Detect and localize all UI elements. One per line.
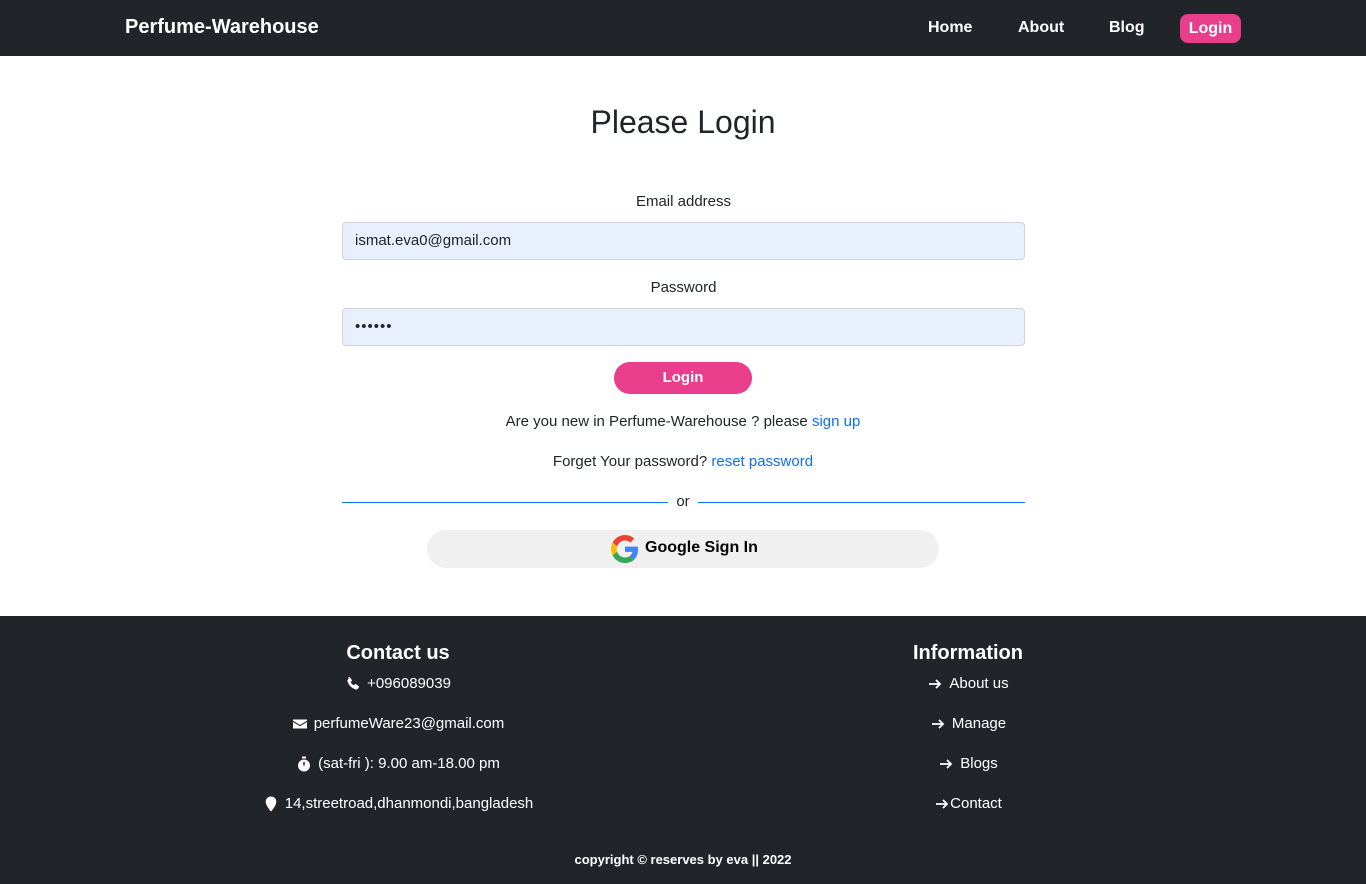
copyright-text: copyright © reserves by eva || 2022 — [574, 852, 792, 867]
contact-hours: (sat-fri ): 9.00 am-18.00 pm — [200, 755, 596, 772]
location-pin-icon — [263, 796, 279, 812]
stopwatch-icon — [296, 756, 312, 772]
footer-link-contact[interactable]: Contact — [820, 795, 1116, 812]
contact-hours-text: (sat-fri ): 9.00 am-18.00 pm — [318, 755, 500, 772]
signup-link[interactable]: sign up — [812, 413, 860, 430]
google-icon — [611, 535, 639, 563]
contact-phone: +096089039 — [200, 675, 596, 692]
footer: Contact us +096089039 perfumeWare23@gmai… — [0, 616, 1366, 884]
arrow-right-icon — [927, 676, 943, 692]
contact-address: 14,streetroad,dhanmondi,bangladesh — [200, 795, 596, 812]
arrow-right-icon — [938, 756, 954, 772]
reset-password-link[interactable]: reset password — [711, 453, 813, 470]
contact-email-text: perfumeWare23@gmail.com — [313, 715, 505, 732]
footer-link-blogs-label[interactable]: Blogs — [960, 755, 998, 772]
signup-prompt: Are you new in Perfume-Warehouse ? pleas… — [0, 413, 1366, 430]
signup-prompt-text: Are you new in Perfume-Warehouse ? pleas… — [505, 413, 812, 430]
footer-link-blogs[interactable]: Blogs — [820, 755, 1116, 772]
google-sign-in-button[interactable]: Google Sign In — [427, 530, 939, 568]
contact-address-text: 14,streetroad,dhanmondi,bangladesh — [284, 795, 534, 812]
footer-link-about-us-label[interactable]: About us — [949, 675, 1008, 692]
google-sign-in-label: Google Sign In — [645, 539, 758, 556]
footer-link-about-us[interactable]: About us — [820, 675, 1116, 692]
arrow-right-icon — [930, 716, 946, 732]
footer-link-manage-label[interactable]: Manage — [952, 715, 1006, 732]
email-field[interactable]: ismat.eva0@gmail.com — [342, 222, 1025, 260]
divider-right — [698, 502, 1025, 503]
footer-link-contact-label[interactable]: Contact — [950, 795, 1002, 812]
password-label: Password — [650, 279, 717, 296]
nav-login-button[interactable]: Login — [1180, 14, 1241, 43]
contact-phone-text: +096089039 — [367, 675, 451, 692]
contact-title: Contact us — [346, 642, 450, 664]
login-button[interactable]: Login — [614, 362, 752, 394]
information-title: Information — [913, 642, 1023, 664]
reset-prompt-text: Forget Your password? — [552, 453, 712, 470]
email-label: Email address — [635, 193, 732, 210]
envelope-icon — [292, 716, 308, 732]
nav-home-link[interactable]: Home — [928, 19, 972, 37]
top-navbar: Perfume-Warehouse Home About Blog Login — [0, 0, 1366, 56]
password-field[interactable]: •••••• — [342, 308, 1025, 346]
page-title: Please Login — [590, 104, 776, 140]
divider-or-text: or — [676, 493, 690, 510]
footer-link-manage[interactable]: Manage — [820, 715, 1116, 732]
phone-icon — [345, 676, 361, 692]
nav-about-link[interactable]: About — [1018, 19, 1064, 37]
contact-email: perfumeWare23@gmail.com — [200, 715, 596, 732]
nav-blog-link[interactable]: Blog — [1109, 19, 1145, 37]
arrow-right-icon — [934, 796, 950, 812]
divider-left — [342, 502, 668, 503]
reset-prompt: Forget Your password? reset password — [0, 453, 1366, 470]
brand-logo[interactable]: Perfume-Warehouse — [125, 16, 319, 39]
